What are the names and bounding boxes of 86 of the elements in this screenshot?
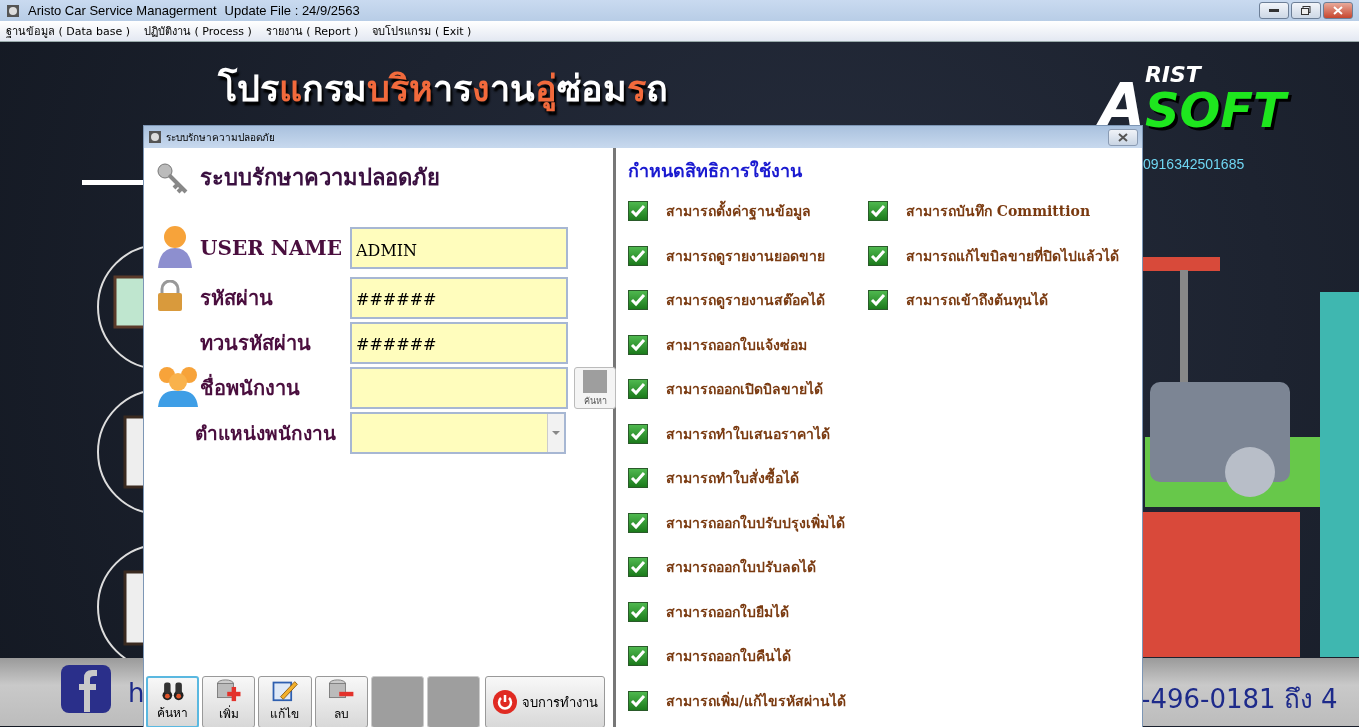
menu-item[interactable]: ปฏิบัติงาน ( Process ) bbox=[144, 22, 252, 40]
checkbox[interactable] bbox=[628, 290, 648, 311]
close-icon bbox=[1333, 6, 1343, 15]
facebook-icon bbox=[60, 664, 112, 714]
users-icon bbox=[156, 365, 200, 407]
app-icon bbox=[148, 130, 162, 144]
dropdown-field[interactable] bbox=[350, 412, 566, 454]
app-icon bbox=[6, 3, 20, 18]
permission-label: สามารถดูรายงานยอดขาย bbox=[666, 246, 825, 267]
menu-item[interactable]: จบโปรแกรม ( Exit ) bbox=[372, 22, 472, 40]
minimize-icon bbox=[1269, 8, 1279, 13]
banner-title-part: โปร bbox=[218, 68, 279, 109]
field-label: รหัสผ่าน bbox=[200, 284, 273, 312]
field-label: ชื่อพนักงาน bbox=[200, 373, 300, 402]
logo-text: RIST bbox=[1144, 64, 1203, 86]
checkbox[interactable] bbox=[628, 201, 648, 222]
permission-label: สามารถบันทึก Committion bbox=[906, 202, 1091, 222]
checkbox[interactable] bbox=[628, 601, 648, 622]
phone-number: 0916342501685 bbox=[1143, 156, 1245, 172]
checkbox[interactable] bbox=[628, 245, 648, 266]
checkbox[interactable] bbox=[628, 423, 648, 444]
permission-label: สามารถเพิ่ม/แก้ไขรหัสผ่านได้ bbox=[666, 690, 847, 711]
window-title: Aristo Car Service Managerment bbox=[28, 3, 217, 18]
search-button[interactable]: ค้นหา bbox=[574, 367, 616, 409]
restore-button[interactable] bbox=[1291, 2, 1321, 19]
permission-label: สามารถออกใบปรับลดได้ bbox=[666, 557, 816, 578]
banner-title-part: ง bbox=[472, 68, 490, 109]
banner-title-part: แ bbox=[279, 68, 302, 109]
banner-title-part: กรม bbox=[302, 68, 367, 109]
permission-label: สามารถทำใบสั่งซื้อได้ bbox=[666, 467, 799, 490]
checkbox[interactable] bbox=[628, 690, 648, 711]
toolbar-button[interactable]: ลบ bbox=[314, 676, 368, 727]
checkbox[interactable] bbox=[628, 379, 648, 400]
permissions-heading: กำหนดสิทธิการใช้งาน bbox=[628, 159, 803, 183]
field-label: ทวนรหัสผ่าน bbox=[200, 329, 311, 357]
close-button[interactable] bbox=[1323, 2, 1353, 19]
banner-title-part: ร bbox=[627, 68, 646, 109]
checkbox[interactable] bbox=[628, 468, 648, 489]
checkbox[interactable] bbox=[868, 290, 888, 311]
padlock-icon bbox=[156, 279, 184, 312]
section-heading: ระบบรักษาความปลอดภัย bbox=[200, 163, 440, 192]
input-field[interactable]: ADMIN bbox=[350, 227, 568, 269]
checkbox[interactable] bbox=[628, 334, 648, 355]
checkbox[interactable] bbox=[628, 512, 648, 533]
input-field[interactable] bbox=[350, 367, 568, 409]
power-icon bbox=[491, 689, 518, 715]
permission-label: สามารถออกใบยืมได้ bbox=[666, 602, 789, 622]
banner-title-part: ถ bbox=[646, 68, 668, 109]
menu-item[interactable]: รายงาน ( Report ) bbox=[265, 22, 359, 40]
permission-label: สามารถออกใบปรับปรุงเพิ่มได้ bbox=[666, 512, 845, 534]
permission-label: สามารถออกใบคืนได้ bbox=[666, 646, 791, 667]
caret-icon bbox=[552, 431, 560, 435]
user-icon bbox=[156, 224, 194, 268]
footer-text: -496-0181 ถึง 4 bbox=[1141, 683, 1338, 716]
close-icon bbox=[1117, 132, 1129, 142]
restore-icon bbox=[1301, 6, 1311, 15]
menu-item[interactable]: ฐานข้อมูล ( Data base ) bbox=[6, 22, 131, 40]
checkbox[interactable] bbox=[868, 201, 888, 222]
checkbox[interactable] bbox=[628, 646, 648, 667]
dialog-title: ระบบรักษาความปลอดภัย bbox=[166, 130, 275, 145]
permission-label: สามารถดูรายงานสต๊อคได้ bbox=[666, 291, 825, 311]
footer-text: h bbox=[128, 678, 145, 708]
permission-label: สามารถแก้ไขบิลขายที่ปิดไปแล้วได้ bbox=[906, 245, 1119, 266]
input-field[interactable]: ###### bbox=[350, 321, 568, 364]
banner-title-part: บริห bbox=[367, 68, 433, 109]
permission-label: สามารถตั้งค่าฐานข้อมูล bbox=[666, 200, 811, 223]
permission-label: สามารถออกเปิดบิลขายได้ bbox=[666, 380, 823, 400]
permission-label: สามารถทำใบเสนอราคาได้ bbox=[666, 424, 830, 444]
toolbar-button[interactable]: เพิ่ม bbox=[202, 676, 256, 727]
update-date: Update File : 24/9/2563 bbox=[224, 3, 360, 18]
permission-label: สามารถเข้าถึงต้นทุนได้ bbox=[906, 291, 1048, 311]
banner-title-part: าน bbox=[490, 68, 535, 109]
exit-button[interactable]: จบการทำงาน bbox=[484, 676, 605, 727]
toolbar-button[interactable]: ค้นหา bbox=[146, 676, 200, 727]
minimize-button[interactable] bbox=[1259, 2, 1289, 19]
banner-title-part: าร bbox=[433, 68, 472, 109]
key-icon bbox=[156, 161, 188, 194]
checkbox[interactable] bbox=[868, 245, 888, 266]
input-field[interactable]: ###### bbox=[350, 276, 568, 319]
checkbox[interactable] bbox=[628, 557, 648, 578]
field-label: USER NAME bbox=[200, 236, 342, 260]
close-button[interactable] bbox=[1108, 128, 1138, 146]
permission-label: สามารถออกใบแจ้งซ่อม bbox=[666, 335, 807, 355]
field-label: ตำแหน่งพนักงาน bbox=[195, 421, 337, 446]
toolbar-button[interactable]: แก้ไข bbox=[258, 676, 312, 727]
banner-title-part: ซ่อม bbox=[557, 68, 627, 109]
